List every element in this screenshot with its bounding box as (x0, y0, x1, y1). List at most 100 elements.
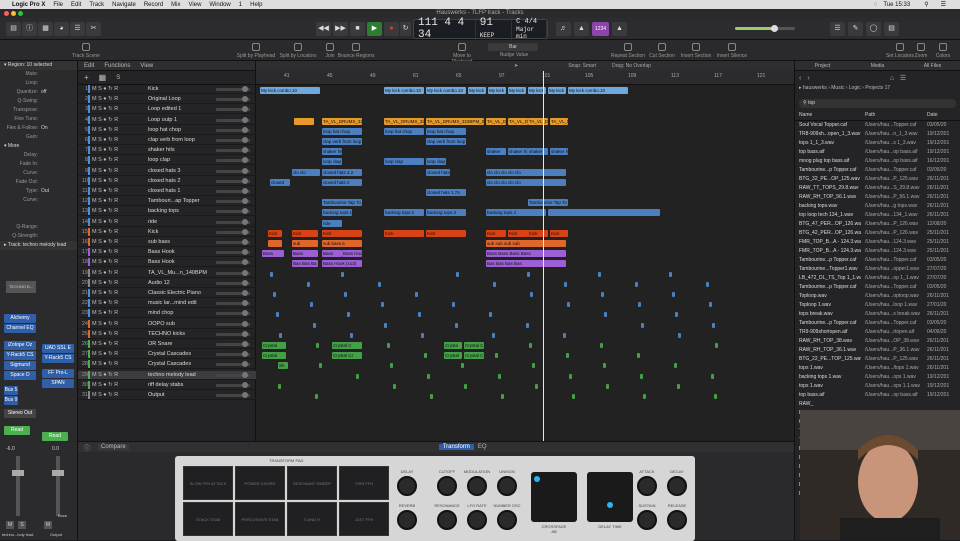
track-row[interactable]: 20 M S ● ↻ R Audio 12 (78, 278, 256, 288)
transform-pad-cell[interactable]: JUST FFH (339, 502, 389, 536)
track-name[interactable]: Bass Hook (148, 258, 210, 267)
transform-pad-cell[interactable]: SLOW FFH ATTACK (183, 466, 233, 500)
track-volume-slider[interactable] (216, 381, 250, 388)
forward-icon[interactable]: › (807, 75, 809, 82)
region[interactable]: Bas Bas Ba (292, 260, 318, 268)
file-row[interactable]: TR8-909sh...open_1_3.wav/Users/hau...n_1… (795, 130, 960, 139)
region[interactable]: Bass (322, 250, 342, 258)
more-param-row[interactable]: Curve: (0, 196, 77, 205)
lcd-key-sig[interactable]: C 4/4 Major min (512, 18, 547, 40)
more-param-row[interactable]: Type: Out (0, 187, 77, 196)
transform-pad-cell[interactable]: STACK STAB (183, 502, 233, 536)
region[interactable]: Kick (486, 229, 506, 237)
track-volume-slider[interactable] (216, 157, 250, 164)
track-volume-slider[interactable] (216, 320, 250, 327)
track-buttons[interactable]: M S ● ↻ R (92, 350, 118, 359)
track-buttons[interactable]: M S ● ↻ R (92, 320, 118, 329)
track-row[interactable]: 21 M S ● ↻ R Classic Electric Piano (78, 289, 256, 298)
track-buttons[interactable]: M S ● ↻ R (92, 371, 118, 380)
track-name[interactable]: Kick (148, 85, 210, 94)
lcd-position[interactable]: 111 4 4 34 (414, 17, 476, 41)
track-buttons[interactable]: M S ● ↻ R (92, 299, 118, 308)
knob[interactable] (467, 476, 487, 496)
track-name[interactable]: riff delay stabs (148, 381, 210, 390)
region[interactable]: TA_VL_D (550, 117, 568, 125)
midi-note-block[interactable] (418, 312, 421, 318)
lcd-display[interactable]: 111 4 4 34 91 KEEP C 4/4 Major min (413, 17, 548, 41)
lcd-tempo[interactable]: 91 KEEP (476, 17, 513, 41)
track-volume-slider[interactable] (216, 188, 250, 194)
track-row[interactable]: 31 M S ● ↻ R Output (78, 391, 256, 400)
file-row[interactable]: Tambourine...p Topper.caf/Users/hau...To… (795, 166, 960, 175)
midi-note-block[interactable] (381, 302, 384, 308)
plugin-slot[interactable]: UAD SSL E (42, 344, 74, 353)
midi-note-block[interactable] (706, 281, 709, 287)
slider-handle[interactable] (242, 137, 248, 143)
midi-note-block[interactable] (643, 394, 646, 399)
track-row[interactable]: 6 M S ● ↻ R clap verb from loop (78, 136, 256, 145)
track-row[interactable]: 7 M S ● ↻ R shaker hits (78, 146, 256, 156)
track-name[interactable]: backing tops (148, 207, 210, 216)
region[interactable]: Crystal C (464, 352, 484, 360)
file-row[interactable]: tops 1.wav/Users/hau.../tops 1.wav 26/11/… (795, 364, 960, 373)
file-row[interactable]: Toploop.wav/Users/hau...optoop.wav 26/11/… (795, 292, 960, 301)
file-row[interactable]: tops break.wav/Users/hau...s break.wav 26… (795, 310, 960, 319)
xy-handle[interactable] (607, 502, 613, 508)
knob[interactable] (437, 510, 457, 530)
knob[interactable] (397, 510, 417, 530)
track-volume-slider[interactable] (216, 86, 250, 92)
region[interactable] (548, 209, 660, 217)
slider-handle[interactable] (242, 86, 248, 92)
file-row[interactable]: backing tops.wav/Users/hau...g tops.wav 2… (795, 202, 960, 211)
col-path[interactable]: Path (865, 112, 875, 118)
midi-note-block[interactable] (675, 312, 678, 318)
playhead[interactable] (543, 71, 544, 441)
region[interactable]: backing tops.3 (426, 209, 466, 217)
midi-note-block[interactable] (273, 292, 276, 297)
region[interactable]: Kick (384, 229, 424, 237)
track-name[interactable]: closed hats 2 (148, 177, 210, 186)
knob[interactable] (497, 510, 517, 530)
track-row[interactable]: 15 M S ● ↻ R Kick (78, 227, 256, 237)
plugin-slot[interactable]: Channel EQ (4, 324, 36, 333)
folder-icon[interactable]: ▦ (99, 73, 107, 82)
midi-note-block[interactable] (672, 292, 675, 297)
midi-note-block[interactable] (600, 343, 603, 348)
track-volume-slider[interactable] (216, 310, 250, 317)
slider-handle[interactable] (242, 188, 248, 194)
region[interactable]: loop clap (322, 158, 342, 166)
track-volume-slider[interactable] (216, 279, 250, 286)
plugin-slot[interactable]: Y-Rack5 CS (4, 351, 36, 360)
midi-note-block[interactable] (456, 271, 459, 277)
tab-eq[interactable]: EQ (478, 444, 487, 450)
slider-handle[interactable] (242, 381, 248, 388)
midi-note-block[interactable] (709, 302, 712, 308)
notepad-button[interactable]: ✎ (848, 22, 863, 36)
slider-handle[interactable] (242, 126, 248, 133)
track-name[interactable]: Kick (148, 228, 210, 237)
track-buttons[interactable]: M S ● ↻ R (92, 360, 118, 369)
menu-mix[interactable]: Mix (171, 2, 180, 8)
track-volume-slider[interactable] (216, 239, 250, 245)
track-name[interactable]: ride (148, 218, 210, 227)
region-header[interactable]: ▾ Region: 10 selected (0, 61, 77, 70)
track-name[interactable]: Original Loop (148, 95, 210, 104)
region[interactable]: Kick (268, 229, 282, 237)
region[interactable]: My kick (468, 87, 486, 94)
track-buttons[interactable]: M S ● ↻ R (92, 248, 118, 257)
track-volume-slider[interactable] (216, 371, 250, 378)
menu-track[interactable]: Track (89, 2, 104, 8)
region[interactable]: closed hats 2.3 (426, 168, 450, 176)
midi-note-block[interactable] (678, 332, 681, 338)
track-buttons[interactable]: M S ● ↻ R (92, 167, 118, 176)
track-row[interactable]: 24 M S ● ↻ R OOPO sub (78, 319, 256, 329)
slider-handle[interactable] (242, 341, 248, 347)
midi-note-block[interactable] (316, 343, 319, 348)
window-close-button[interactable] (4, 11, 9, 16)
region[interactable]: closed hats 2.2 (322, 168, 362, 176)
track-name[interactable]: Loop edited 1 (148, 105, 210, 114)
menu-app-name[interactable]: Logic Pro X (12, 2, 45, 8)
track-buttons[interactable]: M S ● ↻ R (92, 187, 118, 196)
slider-handle[interactable] (242, 279, 248, 286)
more-param-row[interactable]: Fade Out: (0, 178, 77, 187)
